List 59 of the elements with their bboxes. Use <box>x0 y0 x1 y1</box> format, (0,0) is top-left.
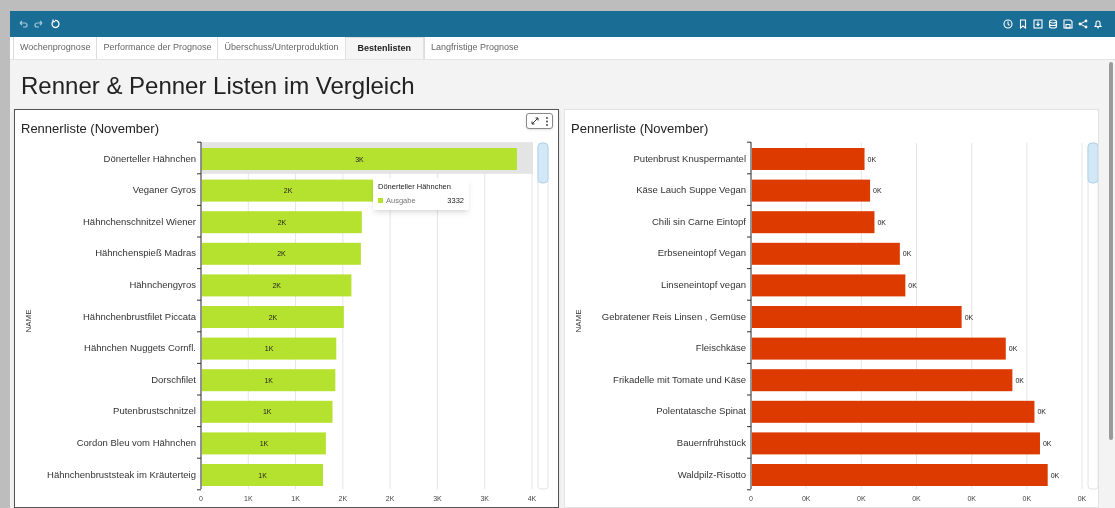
category-label: Cordon Bleu vom Hähnchen <box>76 436 196 448</box>
tab[interactable]: Bestenlisten <box>344 37 425 59</box>
page-title: Renner & Penner Listen im Vergleich <box>21 72 415 100</box>
category-label: Veganer Gyros <box>132 184 196 196</box>
database-icon[interactable] <box>1048 19 1058 29</box>
download-icon[interactable] <box>1033 19 1043 29</box>
scrollbar[interactable] <box>1087 142 1098 490</box>
expand-icon[interactable] <box>530 117 539 125</box>
refresh-icon[interactable] <box>50 19 60 29</box>
scrollbar[interactable] <box>537 142 549 490</box>
share-icon[interactable] <box>1078 19 1088 29</box>
category-label: Waldpilz-Risotto <box>677 468 746 480</box>
bell-icon[interactable] <box>1093 19 1103 29</box>
category-label: Hähnchenspieß Madras <box>95 247 196 259</box>
category-label: Frikadelle mit Tomate und Käse <box>613 373 746 385</box>
category-label: Linseneintopf vegan <box>660 278 746 290</box>
more-icon[interactable] <box>546 116 549 126</box>
axis-label: NAME <box>24 309 33 333</box>
axis-label: NAME <box>574 309 583 333</box>
bar[interactable] <box>752 211 875 234</box>
save-icon[interactable] <box>1063 19 1073 29</box>
category-label: Hähnchenschnitzel Wiener <box>83 215 196 227</box>
bar[interactable] <box>752 179 871 202</box>
category-label: Hähnchenbrustfilet Piccata <box>83 310 196 322</box>
bar[interactable] <box>202 242 361 265</box>
clock-icon[interactable] <box>1003 19 1013 29</box>
bar[interactable] <box>752 242 900 265</box>
card-title: Pennerliste (November) <box>571 120 709 138</box>
category-label: Gebratener Reis Linsen , Gemüse <box>601 310 746 322</box>
category-label: Putenbrust Knuspermantel <box>633 152 746 164</box>
tab[interactable]: Performance der Prognose <box>96 37 218 59</box>
bar[interactable] <box>202 211 362 234</box>
tab[interactable]: Langfristige Prognose <box>424 37 525 59</box>
card-title: Rennerliste (November) <box>21 120 159 138</box>
bar[interactable] <box>752 400 1035 423</box>
category-label: Chili sin Carne Eintopf <box>652 215 746 227</box>
bar[interactable] <box>202 400 333 423</box>
bookmark-icon[interactable] <box>1018 19 1028 29</box>
tab[interactable]: Wochenprognose <box>13 37 97 59</box>
category-label: Hähnchenbruststeak im Kräuterteig <box>47 468 196 480</box>
scrollbar[interactable] <box>1109 62 1113 440</box>
bar[interactable] <box>752 337 1006 360</box>
bar[interactable] <box>202 369 336 392</box>
category-label: Hähnchengyros <box>129 278 196 290</box>
category-label: Hähnchen Nuggets Cornfl. <box>84 342 196 354</box>
category-label: Dorschfilet <box>151 373 196 385</box>
bar[interactable] <box>752 432 1040 455</box>
category-label: Polentatasche Spinat <box>656 405 746 417</box>
category-label: Fleischkäse <box>695 342 746 354</box>
category-label: Dönerteller Hähnchen <box>103 152 196 164</box>
undo-icon[interactable] <box>18 19 28 29</box>
redo-icon[interactable] <box>34 19 44 29</box>
bar[interactable] <box>752 369 1013 392</box>
bar[interactable] <box>752 274 906 297</box>
category-label: Putenbrustschnitzel <box>113 405 196 417</box>
category-label: Bauernfrühstück <box>676 436 746 448</box>
category-label: Käse Lauch Suppe Vegan <box>636 184 746 196</box>
category-label: Erbseneintopf Vegan <box>657 247 746 259</box>
tab[interactable]: Überschuss/Unterproduktion <box>217 37 345 59</box>
